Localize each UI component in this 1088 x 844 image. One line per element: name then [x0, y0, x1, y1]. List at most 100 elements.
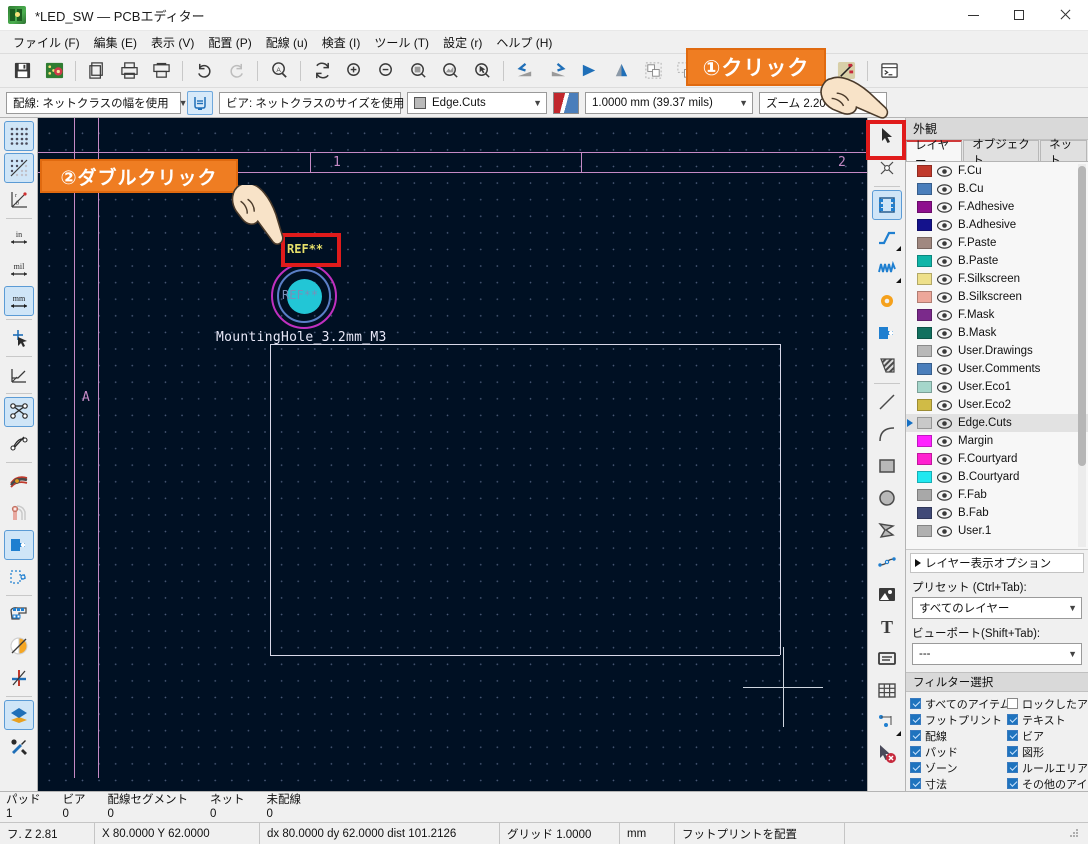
visibility-eye-icon[interactable] — [937, 165, 952, 178]
plot-button[interactable] — [147, 57, 175, 85]
layer-row[interactable]: F.Fab — [906, 486, 1088, 504]
checkbox-icon[interactable] — [1007, 730, 1018, 741]
menu-route[interactable]: 配線 (u) — [259, 32, 315, 53]
checkbox-icon[interactable] — [910, 698, 921, 709]
layer-row[interactable]: User.Drawings — [906, 342, 1088, 360]
layer-color-swatch[interactable] — [917, 417, 932, 429]
print-button[interactable] — [115, 57, 143, 85]
menu-inspect[interactable]: 検査 (I) — [315, 32, 368, 53]
draw-bezier-button[interactable] — [872, 547, 902, 577]
place-via-button[interactable] — [872, 286, 902, 316]
via-size-combo[interactable]: ビア: ネットクラスのサイズを使用 ▼ — [219, 91, 423, 114]
menu-preferences[interactable]: 設定 (r) — [436, 32, 489, 53]
layer-row[interactable]: User.Eco2 — [906, 396, 1088, 414]
visibility-eye-icon[interactable] — [937, 363, 952, 376]
layer-list-scroll-thumb[interactable] — [1078, 166, 1086, 466]
resize-grip-icon[interactable] — [1067, 828, 1081, 840]
units-mm-button[interactable]: mm — [3, 286, 34, 316]
layer-color-swatch[interactable] — [917, 255, 932, 267]
checkbox-icon[interactable] — [910, 746, 921, 757]
layer-row[interactable]: F.Mask — [906, 306, 1088, 324]
zoom-objects-button[interactable] — [436, 57, 464, 85]
curved-ratsnest-button[interactable] — [4, 429, 34, 459]
draw-polygon-button[interactable] — [872, 515, 902, 545]
footprint-value-text[interactable]: MountingHole_3.2mm_M3 — [216, 330, 387, 345]
layer-color-swatch[interactable] — [917, 219, 932, 231]
pcb-canvas[interactable]: 1 2 A REF** REF** MountingHole_3.2mm_M3 — [38, 118, 867, 791]
draw-line-button[interactable] — [872, 387, 902, 417]
layer-row[interactable]: Margin — [906, 432, 1088, 450]
tab-nets[interactable]: ネット — [1040, 139, 1087, 167]
checkbox-icon[interactable] — [910, 762, 921, 773]
layer-row[interactable]: F.Adhesive — [906, 198, 1088, 216]
find-button[interactable]: A — [265, 57, 293, 85]
board-setup-button[interactable] — [40, 57, 68, 85]
add-text-button[interactable]: T — [872, 611, 902, 641]
layer-row[interactable]: User.Eco1 — [906, 378, 1088, 396]
redo-button[interactable] — [222, 57, 250, 85]
layer-list-scrollbar[interactable] — [1078, 164, 1086, 547]
delete-tool-button[interactable] — [872, 739, 902, 769]
layer-color-swatch[interactable] — [917, 471, 932, 483]
close-button[interactable] — [1042, 0, 1088, 31]
route-diff-pair-button[interactable] — [872, 254, 902, 284]
layer-row[interactable]: B.Mask — [906, 324, 1088, 342]
layer-color-swatch[interactable] — [917, 381, 932, 393]
rotate-ccw-button[interactable] — [511, 57, 539, 85]
group-button[interactable] — [639, 57, 667, 85]
zoom-fit-button[interactable] — [404, 57, 432, 85]
visibility-eye-icon[interactable] — [937, 381, 952, 394]
visibility-eye-icon[interactable] — [937, 237, 952, 250]
layer-color-swatch[interactable] — [917, 525, 932, 537]
layer-row[interactable]: B.Courtyard — [906, 468, 1088, 486]
layer-color-swatch[interactable] — [917, 489, 932, 501]
checkbox-icon[interactable] — [910, 778, 921, 789]
layer-row[interactable]: B.Silkscreen — [906, 288, 1088, 306]
visibility-eye-icon[interactable] — [937, 453, 952, 466]
place-footprint-button[interactable] — [871, 190, 902, 220]
grid-combo[interactable]: 1.0000 mm (39.37 mils) ▼ — [585, 91, 753, 114]
filter-pads[interactable]: パッド — [910, 744, 1007, 759]
save-button[interactable] — [8, 57, 36, 85]
layer-row[interactable]: F.Paste — [906, 234, 1088, 252]
filter-rule-areas[interactable]: ルールエリア — [1007, 760, 1088, 775]
units-inches-button[interactable]: in — [4, 222, 34, 252]
units-mils-button[interactable]: mil — [4, 254, 34, 284]
visibility-eye-icon[interactable] — [937, 417, 952, 430]
show-ratsnest-button[interactable] — [3, 397, 34, 427]
active-layer-combo[interactable]: Edge.Cuts ▼ — [407, 91, 547, 114]
minimize-button[interactable] — [950, 0, 996, 31]
layer-color-swatch[interactable] — [917, 165, 932, 177]
layer-color-swatch[interactable] — [917, 363, 932, 375]
filter-graphics[interactable]: 図形 — [1007, 744, 1088, 759]
menu-view[interactable]: 表示 (V) — [144, 32, 201, 53]
visibility-eye-icon[interactable] — [937, 525, 952, 538]
flip-horizontal-button[interactable] — [575, 57, 603, 85]
visibility-eye-icon[interactable] — [937, 489, 952, 502]
menu-tools[interactable]: ツール (T) — [367, 32, 436, 53]
visibility-eye-icon[interactable] — [937, 471, 952, 484]
via-fill-button[interactable] — [4, 498, 34, 528]
place-image-button[interactable] — [872, 579, 902, 609]
layer-color-swatch[interactable] — [917, 309, 932, 321]
rotate-cw-button[interactable] — [543, 57, 571, 85]
checkbox-icon[interactable] — [910, 714, 921, 725]
track-width-combo[interactable]: 配線: ネットクラスの幅を使用 ▼ — [6, 91, 188, 114]
footprint-text-button[interactable] — [4, 599, 34, 629]
place-pad-button[interactable] — [872, 318, 902, 348]
visibility-eye-icon[interactable] — [937, 201, 952, 214]
track-width-lock-button[interactable] — [187, 90, 213, 115]
draw-arc-button[interactable] — [872, 419, 902, 449]
layer-list[interactable]: F.Cu B.Cu F.Adhesive B.Adhesive F.Paste B.Pas… — [906, 162, 1088, 550]
filter-locked[interactable]: ロックしたアイテム — [1007, 696, 1088, 711]
route-track-button[interactable] — [872, 222, 902, 252]
page-settings-button[interactable] — [83, 57, 111, 85]
checkbox-icon[interactable] — [1007, 698, 1018, 709]
layer-row[interactable]: F.Courtyard — [906, 450, 1088, 468]
zoom-out-button[interactable] — [372, 57, 400, 85]
visibility-eye-icon[interactable] — [937, 273, 952, 286]
layer-color-swatch[interactable] — [917, 345, 932, 357]
visibility-eye-icon[interactable] — [937, 309, 952, 322]
layer-row[interactable]: F.Silkscreen — [906, 270, 1088, 288]
layer-row[interactable]: B.Adhesive — [906, 216, 1088, 234]
